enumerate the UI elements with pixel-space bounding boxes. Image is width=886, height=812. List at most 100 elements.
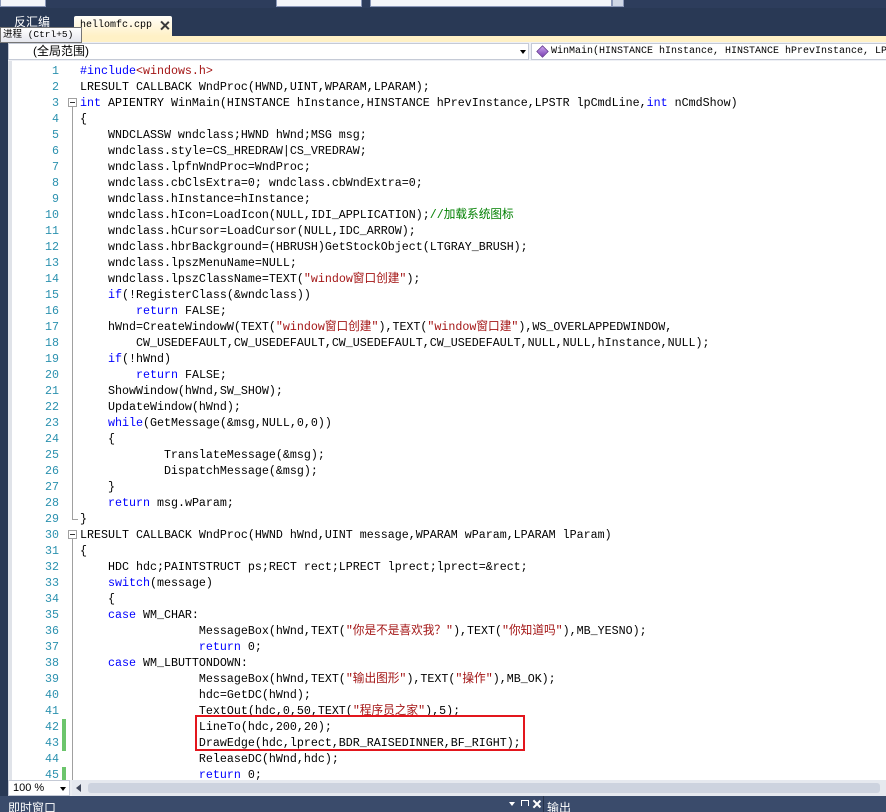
code-text[interactable]: case WM_CHAR: (80, 607, 199, 623)
code-line[interactable]: 7 wndclass.lpfnWndProc=WndProc; (8, 159, 886, 175)
code-text[interactable]: hdc=GetDC(hWnd); (80, 687, 311, 703)
code-text[interactable]: { (80, 591, 115, 607)
code-line[interactable]: 26 DispatchMessage(&msg); (8, 463, 886, 479)
scope-dropdown[interactable]: (全局范围) (8, 43, 529, 60)
code-text[interactable]: ReleaseDC(hWnd,hdc); (80, 751, 339, 767)
code-line[interactable]: 23 while(GetMessage(&msg,NULL,0,0)) (8, 415, 886, 431)
code-line[interactable]: 24 { (8, 431, 886, 447)
code-text[interactable]: LRESULT CALLBACK WndProc(HWND,UINT,WPARA… (80, 79, 430, 95)
code-text[interactable]: } (80, 511, 87, 527)
code-line[interactable]: 37 return 0; (8, 639, 886, 655)
code-text[interactable]: MessageBox(hWnd,TEXT("你是不是喜欢我？"),TEXT("你… (80, 623, 647, 639)
code-line[interactable]: 2 LRESULT CALLBACK WndProc(HWND,UINT,WPAR… (8, 79, 886, 95)
code-text[interactable]: { (80, 543, 87, 559)
close-icon[interactable] (160, 21, 169, 30)
code-line[interactable]: 13 wndclass.lpszMenuName=NULL; (8, 255, 886, 271)
code-line[interactable]: 10 wndclass.hIcon=LoadIcon(NULL,IDI_APPL… (8, 207, 886, 223)
code-line[interactable]: 21 ShowWindow(hWnd,SW_SHOW); (8, 383, 886, 399)
member-dropdown[interactable]: WinMain(HINSTANCE hInstance, HINSTANCE h… (531, 43, 886, 60)
code-text[interactable]: hWnd=CreateWindowW(TEXT("window窗口创建"),TE… (80, 319, 672, 335)
code-text[interactable]: TranslateMessage(&msg); (80, 447, 325, 463)
code-text[interactable]: ShowWindow(hWnd,SW_SHOW); (80, 383, 283, 399)
code-line[interactable]: 25 TranslateMessage(&msg); (8, 447, 886, 463)
code-line[interactable]: 35 case WM_CHAR: (8, 607, 886, 623)
code-text[interactable]: if(!RegisterClass(&wndclass)) (80, 287, 311, 303)
code-text[interactable]: return msg.wParam; (80, 495, 234, 511)
horizontal-scrollbar[interactable] (72, 780, 886, 796)
code-text[interactable]: return FALSE; (80, 303, 227, 319)
code-text[interactable]: HDC hdc;PAINTSTRUCT ps;RECT rect;LPRECT … (80, 559, 528, 575)
code-text[interactable]: DispatchMessage(&msg); (80, 463, 318, 479)
code-text[interactable]: int APIENTRY WinMain(HINSTANCE hInstance… (80, 95, 738, 111)
code-line[interactable]: 28 return msg.wParam; (8, 495, 886, 511)
close-icon[interactable] (533, 800, 541, 808)
code-line[interactable]: 31 { (8, 543, 886, 559)
code-line[interactable]: 40 hdc=GetDC(hWnd); (8, 687, 886, 703)
code-line[interactable]: 14 wndclass.lpszClassName=TEXT("window窗口… (8, 271, 886, 287)
code-line[interactable]: 39 MessageBox(hWnd,TEXT("输出图形"),TEXT("操作… (8, 671, 886, 687)
code-line[interactable]: 9 wndclass.hInstance=hInstance; (8, 191, 886, 207)
scroll-left-button[interactable] (72, 780, 86, 796)
code-line[interactable]: 1 #include<windows.h> (8, 63, 886, 79)
code-line[interactable]: 45 return 0; (8, 767, 886, 780)
code-line[interactable]: 22 UpdateWindow(hWnd); (8, 399, 886, 415)
code-line[interactable]: 3 int APIENTRY WinMain(HINSTANCE hInstanc… (8, 95, 886, 111)
chevron-down-icon[interactable] (520, 50, 526, 54)
output-window-title[interactable]: 输出 (547, 801, 571, 812)
immediate-window-title[interactable]: 即时窗口 (8, 801, 56, 812)
code-text[interactable]: WNDCLASSW wndclass;HWND hWnd;MSG msg; (80, 127, 367, 143)
window-menu-icon[interactable] (509, 802, 515, 806)
code-text[interactable]: return 0; (80, 639, 262, 655)
code-text[interactable]: wndclass.lpfnWndProc=WndProc; (80, 159, 311, 175)
code-line[interactable]: 34 { (8, 591, 886, 607)
collapse-icon[interactable] (68, 98, 77, 107)
code-line[interactable]: 30 LRESULT CALLBACK WndProc(HWND hWnd,UIN… (8, 527, 886, 543)
chevron-down-icon[interactable] (60, 787, 66, 791)
code-line[interactable]: 33 switch(message) (8, 575, 886, 591)
code-text[interactable]: wndclass.lpszMenuName=NULL; (80, 255, 297, 271)
tab-hellomfc-cpp[interactable]: hellomfc.cpp (74, 16, 172, 36)
code-text[interactable]: return 0; (80, 767, 262, 780)
code-line[interactable]: 15 if(!RegisterClass(&wndclass)) (8, 287, 886, 303)
code-text[interactable]: wndclass.hIcon=LoadIcon(NULL,IDI_APPLICA… (80, 207, 514, 223)
code-text[interactable]: switch(message) (80, 575, 213, 591)
code-line[interactable]: 27 } (8, 479, 886, 495)
code-text[interactable]: } (80, 479, 115, 495)
code-line[interactable]: 18 CW_USEDEFAULT,CW_USEDEFAULT,CW_USEDEF… (8, 335, 886, 351)
code-text[interactable]: wndclass.lpszClassName=TEXT("window窗口创建"… (80, 271, 420, 287)
pin-icon[interactable] (521, 800, 529, 806)
code-text[interactable]: MessageBox(hWnd,TEXT("输出图形"),TEXT("操作"),… (80, 671, 556, 687)
code-line[interactable]: 20 return FALSE; (8, 367, 886, 383)
code-text[interactable]: wndclass.cbClsExtra=0; wndclass.cbWndExt… (80, 175, 423, 191)
code-line[interactable]: 44 ReleaseDC(hWnd,hdc); (8, 751, 886, 767)
code-text[interactable]: wndclass.hCursor=LoadCursor(NULL,IDC_ARR… (80, 223, 416, 239)
toolbar-dropdown-button[interactable] (612, 0, 624, 7)
code-line[interactable]: 19 if(!hWnd) (8, 351, 886, 367)
code-line[interactable]: 6 wndclass.style=CS_HREDRAW|CS_VREDRAW; (8, 143, 886, 159)
code-line[interactable]: 38 case WM_LBUTTONDOWN: (8, 655, 886, 671)
code-line[interactable]: 29} (8, 511, 886, 527)
code-text[interactable]: UpdateWindow(hWnd); (80, 399, 241, 415)
code-line[interactable]: 12 wndclass.hbrBackground=(HBRUSH)GetSto… (8, 239, 886, 255)
toolbar-combo[interactable] (276, 0, 362, 7)
code-line[interactable]: 11 wndclass.hCursor=LoadCursor(NULL,IDC_… (8, 223, 886, 239)
code-text[interactable]: LRESULT CALLBACK WndProc(HWND hWnd,UINT … (80, 527, 612, 543)
code-text[interactable]: wndclass.hInstance=hInstance; (80, 191, 311, 207)
code-text[interactable]: { (80, 431, 115, 447)
toolbar-combo[interactable] (370, 0, 612, 7)
code-line[interactable]: 16 return FALSE; (8, 303, 886, 319)
code-lines[interactable]: 1 #include<windows.h> 2 LRESULT CALLBACK Wn… (8, 63, 886, 780)
code-text[interactable]: #include<windows.h> (80, 63, 213, 79)
code-editor[interactable]: 1 #include<windows.h> 2 LRESULT CALLBACK Wn… (8, 61, 886, 780)
code-text[interactable]: case WM_LBUTTONDOWN: (80, 655, 248, 671)
code-line[interactable]: 17 hWnd=CreateWindowW(TEXT("window窗口创建")… (8, 319, 886, 335)
code-line[interactable]: 36 MessageBox(hWnd,TEXT("你是不是喜欢我？"),TEXT… (8, 623, 886, 639)
code-line[interactable]: 8 wndclass.cbClsExtra=0; wndclass.cbWndE… (8, 175, 886, 191)
toolbar-combo[interactable] (0, 0, 46, 7)
code-line[interactable]: 4{ (8, 111, 886, 127)
collapse-icon[interactable] (68, 530, 77, 539)
code-line[interactable]: 5 WNDCLASSW wndclass;HWND hWnd;MSG msg; (8, 127, 886, 143)
zoom-dropdown[interactable]: 100 % (8, 780, 70, 796)
code-text[interactable]: wndclass.style=CS_HREDRAW|CS_VREDRAW; (80, 143, 367, 159)
scroll-thumb[interactable] (88, 783, 880, 793)
